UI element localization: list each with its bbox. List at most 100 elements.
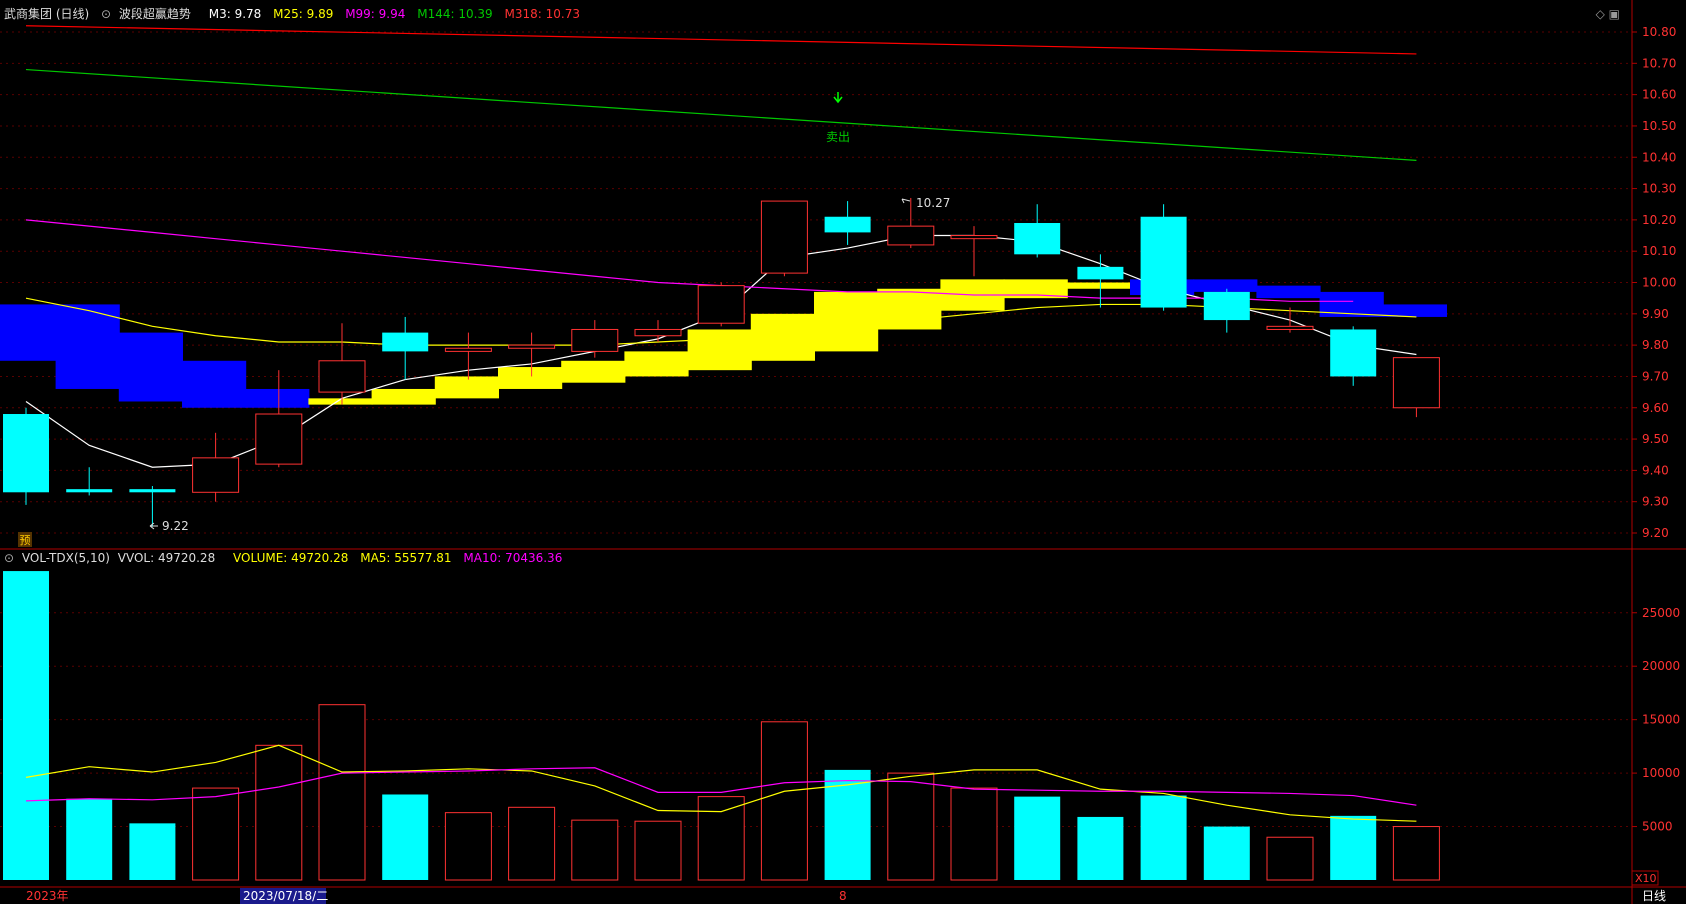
candle-body[interactable] [318,360,366,393]
trend-band-block [624,351,689,377]
candle-body[interactable] [1077,266,1124,280]
candle-body[interactable] [1266,325,1314,330]
volume-bar[interactable] [318,704,366,881]
price-tick-label: 9.20 [1642,526,1669,540]
candle-body[interactable] [1392,357,1440,409]
volume-panel-header: ⊙ VOL-TDX(5,10) VVOL: 49720.28 VOLUME: 4… [4,549,570,567]
volume-value: VOLUME: 49720.28 [233,551,349,565]
indicator-name[interactable]: 波段超赢趋势 [119,7,191,21]
candle-body[interactable] [887,225,935,246]
sell-label: 卖出 [826,130,850,144]
candle-body[interactable] [382,332,429,352]
volume-bar[interactable] [192,787,240,881]
price-tick-label: 9.50 [1642,432,1669,446]
candle-body[interactable] [1203,291,1250,321]
arrow-left-icon [901,198,911,204]
volume-indicator-name[interactable]: VOL-TDX(5,10) [22,551,110,565]
vvol-value: VVOL: 49720.28 [117,551,216,565]
volume-bar[interactable] [1330,815,1377,880]
m144-value: M144: 10.39 [417,7,493,21]
candle-body[interactable] [950,235,998,240]
trend-band-block [182,360,247,408]
volume-bar[interactable] [634,820,682,881]
price-tick-label: 10.50 [1642,119,1676,133]
volume-bar[interactable] [697,796,745,881]
candle-body[interactable] [255,413,303,465]
volume-formula-icon[interactable]: ⊙ [4,551,14,565]
volume-axis: 5000 10000 15000 20000 25000 [1632,606,1680,834]
m3-value: M3: 9.78 [208,7,262,21]
price-tick-label: 9.80 [1642,338,1669,352]
volume-bar[interactable] [950,787,998,881]
ma-line-m318 [25,25,1417,55]
ma10-value: MA10: 70436.36 [463,551,563,565]
formula-icon[interactable]: ⊙ [101,7,111,21]
price-tick-label: 10.40 [1642,150,1676,164]
candle-body[interactable] [192,457,240,493]
chart-canvas[interactable]: 9.20 9.30 9.40 9.50 9.60 9.70 9.80 9.90 10.00 10.… [0,0,1686,904]
trend-band-block [1382,304,1447,317]
volume-bar[interactable] [887,772,935,881]
low-marker: 9.22 [149,519,189,533]
price-axis: 9.20 9.30 9.40 9.50 9.60 9.70 9.80 9.90 10.00 10.… [1632,25,1676,540]
volume-bar[interactable] [760,721,808,881]
price-panel-header: 武商集团 (日线) ⊙ 波段超赢趋势 M3: 9.78 M25: 9.89 M9… [4,5,588,23]
volume-bars[interactable] [3,571,1440,881]
volume-bar[interactable] [444,812,492,881]
trend-band-block [877,288,942,330]
trend-band-block [1256,285,1321,299]
date-highlight-label[interactable]: 2023/07/18/二 [243,889,328,903]
volume-gridlines [0,612,1632,828]
candle-body[interactable] [697,285,745,324]
m99-value: M99: 9.94 [345,7,406,21]
candle-body[interactable] [1014,223,1061,255]
high-marker: 10.27 [901,196,950,210]
month-label: 8 [839,889,847,903]
ma-line-m144 [25,68,1417,161]
candle-body[interactable] [760,200,808,274]
volume-bar[interactable] [129,823,176,880]
volume-bar[interactable] [255,744,303,881]
price-tick-label: 9.90 [1642,307,1669,321]
volume-bar[interactable] [3,571,49,880]
vol-multiplier-label: X10 [1635,872,1657,885]
volume-bar[interactable] [571,819,619,881]
candle-body[interactable] [129,489,176,493]
volume-bar[interactable] [66,798,113,880]
pre-marker-label: 预 [20,534,31,547]
volume-bar[interactable] [1077,816,1124,880]
candle-body[interactable] [571,328,619,352]
trend-band-block [118,332,183,402]
volume-tick-label: 5000 [1642,820,1673,834]
stock-title[interactable]: 武商集团 (日线) [4,7,89,21]
trend-band-block [245,388,310,408]
trend-band-block [750,313,815,361]
trend-band-block [434,376,499,399]
volume-bar[interactable] [1014,796,1061,880]
volume-bar[interactable] [1203,826,1250,880]
price-gridlines [0,31,1632,534]
volume-bar[interactable] [1140,795,1187,880]
candle-body[interactable] [1330,329,1377,377]
candle-body[interactable] [508,344,556,349]
price-tick-label: 10.10 [1642,244,1676,258]
candle-body[interactable] [444,347,492,352]
volume-bar[interactable] [382,794,429,880]
candle-body[interactable] [66,489,113,493]
candle-body[interactable] [824,216,871,233]
window-icon[interactable]: ▣ [1609,7,1620,21]
trend-band-block [1193,279,1258,292]
candle-body[interactable] [634,328,682,337]
m318-value: M318: 10.73 [504,7,580,21]
candle-body[interactable] [1140,216,1187,308]
trend-band-block [1066,282,1131,289]
period-label[interactable]: 日线 [1642,889,1666,903]
price-tick-label: 9.30 [1642,495,1669,509]
volume-bar[interactable] [508,806,556,881]
price-tick-label: 10.80 [1642,25,1676,39]
low-label: 9.22 [162,519,189,533]
diamond-icon[interactable]: ◇ [1596,7,1605,21]
volume-bar[interactable] [1392,826,1440,881]
volume-bar[interactable] [1266,836,1314,881]
candle-body[interactable] [3,414,49,493]
